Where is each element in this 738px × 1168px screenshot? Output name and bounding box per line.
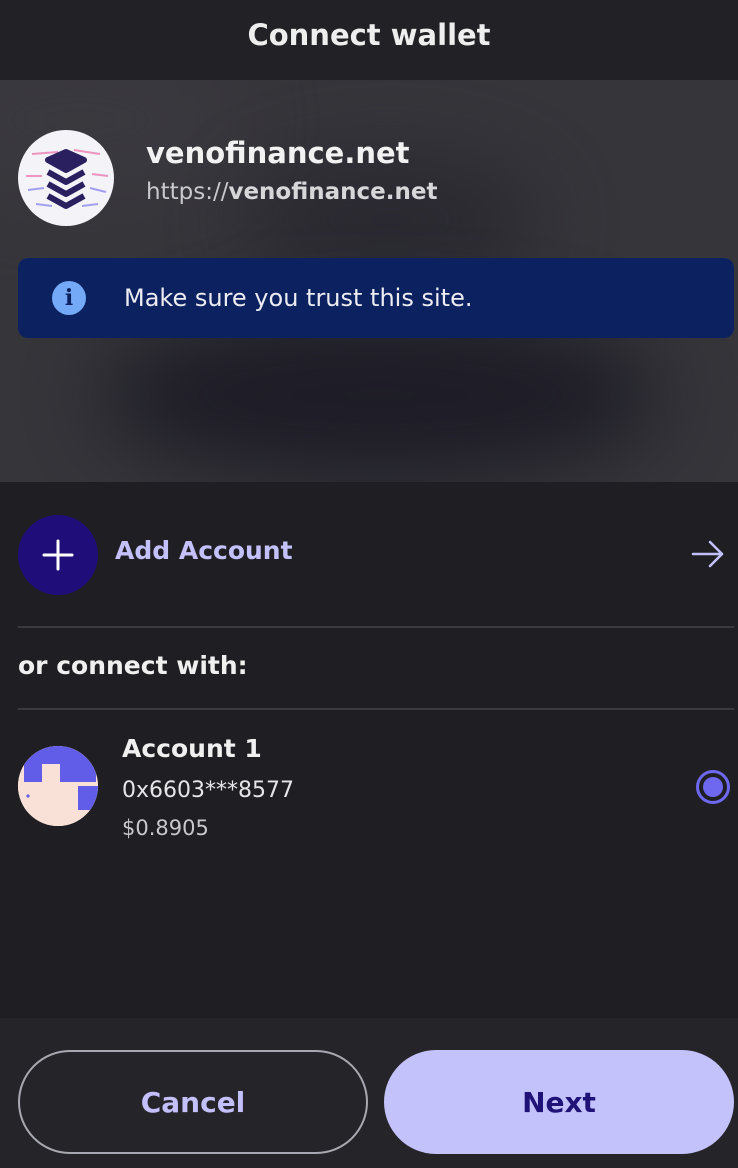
info-icon: i <box>52 281 86 315</box>
veno-logo-icon <box>18 130 114 226</box>
account-row[interactable]: Account 1 0x6603***8577 $0.8905 <box>0 720 738 850</box>
account-balance: $0.8905 <box>122 816 209 840</box>
plus-icon <box>18 515 98 595</box>
connect-wallet-page: Connect wallet venofinance.net https://v… <box>0 0 738 1168</box>
cancel-button[interactable]: Cancel <box>18 1050 368 1154</box>
arrow-right-icon <box>691 540 724 568</box>
connect-with-label: or connect with: <box>18 651 248 680</box>
site-url-prefix: https:// <box>146 179 229 205</box>
site-url-domain: venofinance.net <box>228 179 438 205</box>
radio-selected-dot <box>703 777 723 797</box>
divider <box>18 626 734 628</box>
site-url: https://venofinance.net <box>146 179 437 205</box>
divider <box>18 708 734 710</box>
footer: Cancel Next <box>0 1018 738 1168</box>
account-name: Account 1 <box>122 734 262 763</box>
account-address: 0x6603***8577 <box>122 778 294 803</box>
site-name: venofinance.net <box>146 136 410 170</box>
page-title: Connect wallet <box>247 18 491 52</box>
trust-warning-text: Make sure you trust this site. <box>124 284 473 312</box>
header: Connect wallet <box>0 0 738 80</box>
next-button[interactable]: Next <box>384 1050 734 1154</box>
add-account-button[interactable]: Add Account <box>0 510 738 600</box>
site-info-panel: venofinance.net https://venofinance.net … <box>0 80 738 482</box>
avatar <box>18 746 98 826</box>
trust-warning-banner: i Make sure you trust this site. <box>18 258 734 338</box>
account-radio[interactable] <box>696 770 730 804</box>
add-account-label: Add Account <box>115 536 293 565</box>
